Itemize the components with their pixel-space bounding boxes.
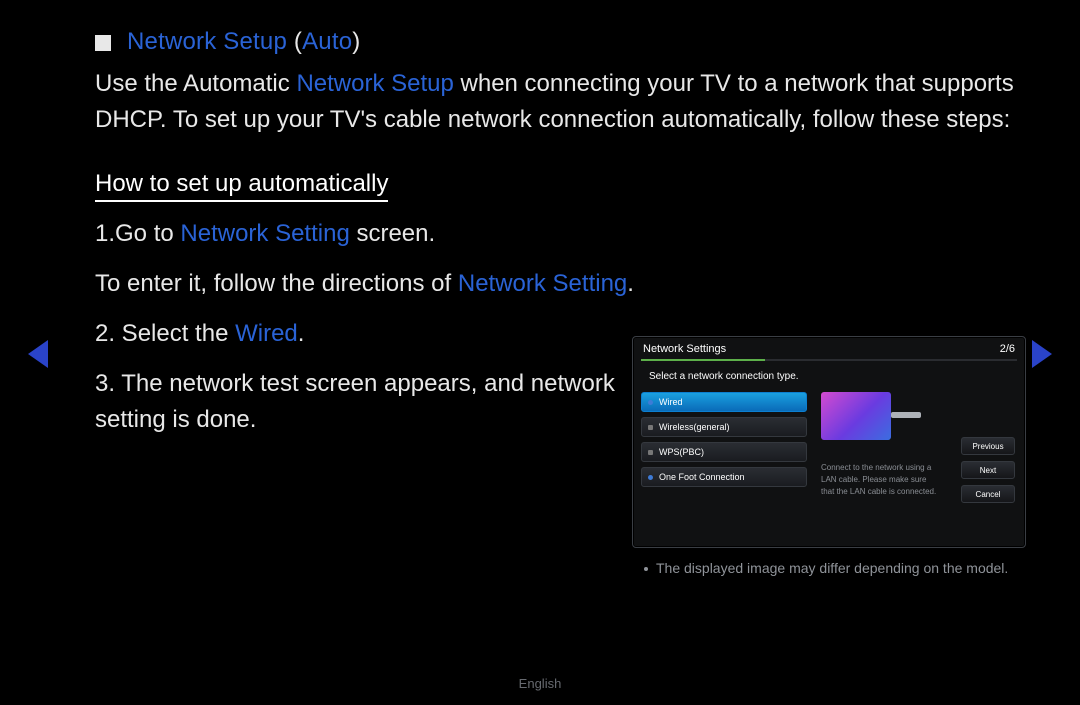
option-onefoot-label: One Foot Connection	[659, 472, 745, 482]
step1b: Network Setting	[180, 220, 349, 247]
option-wired-label: Wired	[659, 397, 683, 407]
step2a: To enter it, follow the directions of	[95, 270, 458, 297]
title-main: Network Setup	[127, 28, 287, 55]
dialog-progress	[641, 359, 1017, 361]
option-wireless[interactable]: Wireless(general)	[641, 417, 807, 437]
image-caption: The displayed image may differ depending…	[644, 558, 1026, 578]
dialog-page-indicator: 2/6	[1000, 343, 1015, 355]
lock-icon	[648, 425, 653, 430]
title-auto: Auto	[302, 28, 352, 55]
step4: 3. The network test screen appears, and …	[95, 366, 655, 438]
footer-language: English	[0, 676, 1080, 691]
nav-prev-arrow-icon[interactable]	[28, 340, 48, 368]
cable-icon	[891, 412, 921, 418]
radio-icon	[648, 475, 653, 480]
title-paren-close: )	[352, 28, 360, 55]
previous-button[interactable]: Previous	[961, 437, 1015, 455]
title-paren-open: (	[287, 28, 302, 55]
option-wired[interactable]: Wired	[641, 392, 807, 412]
connection-options: Wired Wireless(general) WPS(PBC) One Foo…	[641, 392, 807, 498]
page-title: Network Setup (Auto)	[127, 28, 360, 56]
bullet-icon	[644, 567, 648, 571]
network-settings-dialog: Network Settings 2/6 Select a network co…	[632, 336, 1026, 548]
step2c: .	[627, 270, 634, 297]
step3a: 2. Select the	[95, 320, 235, 347]
subheading: How to set up automatically	[95, 170, 388, 202]
step1c: screen.	[350, 220, 435, 247]
option-onefoot[interactable]: One Foot Connection	[641, 467, 807, 487]
step3c: .	[298, 320, 305, 347]
option-wps[interactable]: WPS(PBC)	[641, 442, 807, 462]
step1a: 1.Go to	[95, 220, 180, 247]
option-wireless-label: Wireless(general)	[659, 422, 730, 432]
step2b: Network Setting	[458, 270, 627, 297]
lock-icon	[648, 450, 653, 455]
dialog-subtitle: Select a network connection type.	[649, 371, 1025, 382]
steps-list: 1.Go to Network Setting screen. To enter…	[95, 216, 655, 438]
option-wps-label: WPS(PBC)	[659, 447, 704, 457]
intro-a: Use the Automatic	[95, 70, 296, 97]
radio-icon	[648, 400, 653, 405]
intro-b: Network Setup	[296, 70, 453, 97]
tv-icon	[821, 392, 891, 440]
cancel-button[interactable]: Cancel	[961, 485, 1015, 503]
nav-next-arrow-icon[interactable]	[1032, 340, 1052, 368]
caption-text: The displayed image may differ depending…	[656, 560, 1008, 576]
step3b: Wired	[235, 320, 298, 347]
dialog-help-text: Connect to the network using a LAN cable…	[821, 462, 941, 498]
next-button[interactable]: Next	[961, 461, 1015, 479]
dialog-title: Network Settings	[643, 343, 726, 355]
bullet-square-icon	[95, 35, 111, 51]
intro-paragraph: Use the Automatic Network Setup when con…	[95, 66, 1025, 138]
